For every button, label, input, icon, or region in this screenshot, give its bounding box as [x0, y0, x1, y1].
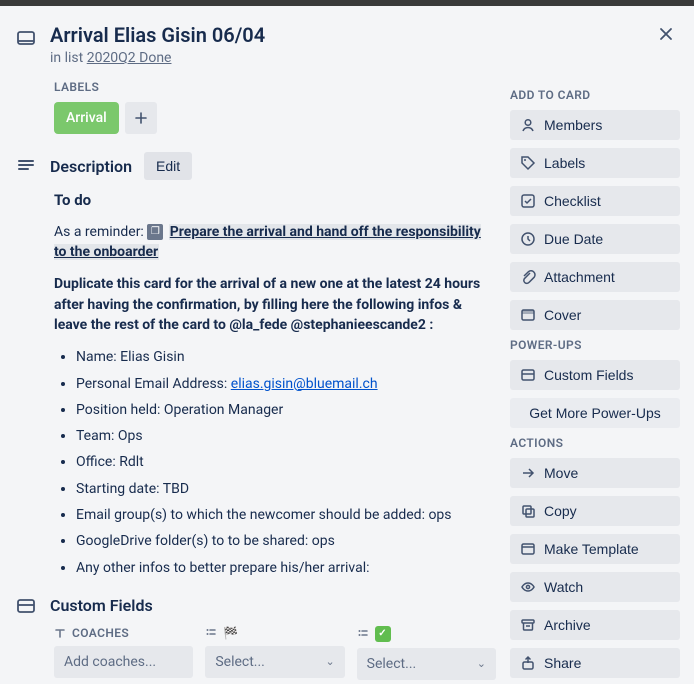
- list-field-icon: [205, 627, 217, 639]
- members-button[interactable]: Members: [510, 110, 680, 140]
- close-button[interactable]: [652, 20, 680, 48]
- labels-button[interactable]: Labels: [510, 148, 680, 178]
- field-office: Office: Rdlt: [76, 452, 496, 472]
- chevron-down-icon: ⌄: [325, 655, 334, 668]
- move-icon: [520, 465, 536, 481]
- todo-heading: To do: [54, 190, 496, 212]
- copy-button[interactable]: Copy: [510, 496, 680, 526]
- chevron-down-icon: ⌄: [477, 657, 486, 670]
- labels-icon: [520, 155, 536, 171]
- get-more-powerups-button[interactable]: Get More Power-Ups: [510, 398, 680, 428]
- custom-fields-button[interactable]: Custom Fields: [510, 360, 680, 390]
- due-date-button[interactable]: Due Date: [510, 224, 680, 254]
- checklist-icon: [520, 193, 536, 209]
- edit-description-button[interactable]: Edit: [144, 152, 192, 180]
- coaches-label: COACHES: [72, 626, 129, 640]
- card-modal: Arrival Elias Gisin 06/04 in list 2020Q2…: [0, 6, 694, 684]
- checklist-button[interactable]: Checklist: [510, 186, 680, 216]
- card-icon: [16, 28, 36, 48]
- trello-card-icon: ❐: [147, 224, 163, 240]
- field-other: Any other infos to better prepare his/he…: [76, 558, 496, 578]
- make-template-button[interactable]: Make Template: [510, 534, 680, 564]
- archive-icon: [520, 617, 536, 633]
- text-field-icon: [54, 627, 66, 639]
- archive-button[interactable]: Archive: [510, 610, 680, 640]
- field-position: Position held: Operation Manager: [76, 400, 496, 420]
- list-link[interactable]: 2020Q2 Done: [87, 50, 172, 66]
- labels-heading: LABELS: [54, 80, 496, 94]
- share-button[interactable]: Share: [510, 648, 680, 678]
- field-name: Name: Elias Gisin: [76, 347, 496, 367]
- plus-icon: [134, 111, 148, 125]
- copy-icon: [520, 503, 536, 519]
- clock-icon: [520, 231, 536, 247]
- status-select[interactable]: Select... ⌄: [205, 646, 344, 678]
- share-icon: [520, 655, 536, 671]
- cover-icon: [520, 307, 536, 323]
- onboarding-fields-list: Name: Elias Gisin Personal Email Address…: [54, 347, 496, 578]
- description-heading: Description: [50, 157, 132, 176]
- card-list-location: in list 2020Q2 Done: [50, 50, 265, 66]
- watch-icon: [520, 579, 536, 595]
- description-body[interactable]: To do As a reminder: ❐ Prepare the arriv…: [54, 190, 496, 578]
- list-field-icon: [357, 628, 369, 640]
- field-gdrive: GoogleDrive folder(s) to to be shared: o…: [76, 531, 496, 551]
- custom-fields-icon: [16, 596, 36, 616]
- field-start: Starting date: TBD: [76, 479, 496, 499]
- move-button[interactable]: Move: [510, 458, 680, 488]
- fields-icon: [520, 367, 536, 383]
- coaches-input[interactable]: Add coaches...: [54, 646, 193, 678]
- field-team: Team: Ops: [76, 426, 496, 446]
- description-icon: [16, 156, 36, 176]
- approval-select[interactable]: Select... ⌄: [357, 648, 496, 680]
- check-badge-icon: ✓: [375, 626, 391, 642]
- duplicate-instructions: Duplicate this card for the arrival of a…: [54, 276, 480, 333]
- power-ups-heading: POWER-UPS: [510, 338, 680, 352]
- email-link[interactable]: elias.gisin@bluemail.ch: [231, 376, 378, 392]
- card-title[interactable]: Arrival Elias Gisin 06/04: [50, 22, 265, 48]
- custom-fields-heading: Custom Fields: [50, 596, 153, 615]
- watch-button[interactable]: Watch: [510, 572, 680, 602]
- card-header: Arrival Elias Gisin 06/04 in list 2020Q2…: [14, 18, 680, 80]
- field-groups: Email group(s) to which the newcomer sho…: [76, 505, 496, 525]
- template-icon: [520, 541, 536, 557]
- actions-heading: ACTIONS: [510, 436, 680, 450]
- cover-button[interactable]: Cover: [510, 300, 680, 330]
- field-email: Personal Email Address: elias.gisin@blue…: [76, 374, 496, 394]
- add-to-card-heading: ADD TO CARD: [510, 88, 680, 102]
- close-icon: [658, 26, 674, 42]
- attachment-icon: [520, 269, 536, 285]
- members-icon: [520, 117, 536, 133]
- add-label-button[interactable]: [125, 102, 157, 134]
- attachment-button[interactable]: Attachment: [510, 262, 680, 292]
- label-arrival[interactable]: Arrival: [54, 102, 119, 134]
